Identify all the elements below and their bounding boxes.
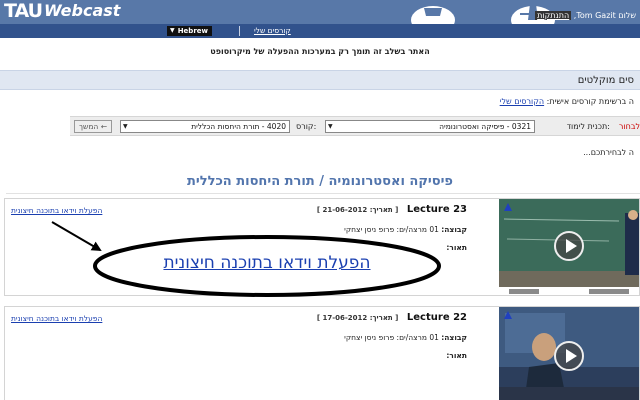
- header-decoration-icon: [411, 6, 455, 24]
- section-title: סים מוקלטים: [577, 75, 634, 86]
- top-nav: ▼ Hebrew קורסים שלי: [0, 24, 640, 38]
- personal-list-text: ה ברשימת קורסים אישית:: [546, 97, 634, 106]
- choose-label: לבחור: [618, 122, 640, 131]
- site-header: TAU Webcast שלום Tom Gazit, התנתקות: [0, 0, 640, 24]
- language-select[interactable]: ▼ Hebrew: [167, 26, 212, 36]
- external-player-link[interactable]: הפעלת וידאו בתוכנה חיצונית: [11, 206, 102, 215]
- my-courses-link[interactable]: קורסים שלי: [254, 26, 291, 35]
- tau-webcast-logo[interactable]: TAU Webcast: [4, 1, 120, 23]
- lecture-header: [ תאריך: 17-06-2012 ] Lecture 22: [317, 312, 467, 323]
- lecture-row: [ תאריך: 21-06-2012 ] Lecture 23 קבוצה: …: [4, 198, 640, 296]
- course-select[interactable]: ▼ 4020 - תורת היחסות הכללית: [120, 120, 290, 133]
- course-value: 4020 - תורת היחסות הכללית: [191, 122, 286, 131]
- logout-link[interactable]: התנתקות: [535, 11, 572, 20]
- external-player-link[interactable]: הפעלת וידאו בתוכנה חיצונית: [11, 314, 102, 323]
- lecture-description-label: תאור:: [446, 243, 467, 252]
- personal-list-row: ה ברשימת קורסים אישית: הקורסים שלי: [500, 97, 634, 106]
- course-label: קורס:: [296, 122, 317, 131]
- choose-note: ה לבחירתכם...: [583, 148, 634, 157]
- program-select[interactable]: ▼ 0321 - פיסיקה ואסטרונומיה: [325, 120, 535, 133]
- lecture-row: [ תאריך: 17-06-2012 ] Lecture 22 קבוצה: …: [4, 306, 640, 400]
- lecture-date: [ תאריך: 21-06-2012 ]: [316, 206, 399, 214]
- chevron-down-icon: ▼: [170, 27, 175, 34]
- lecture-date: [ תאריך: 17-06-2012 ]: [316, 314, 399, 322]
- continue-button[interactable]: המשך ←: [74, 120, 112, 133]
- lecture-group: קבוצה: 01 מרצה/ים: פרופ ניסן יצחקי: [344, 333, 467, 342]
- chevron-down-icon: ▼: [328, 123, 333, 130]
- group-label: קבוצה:: [441, 225, 467, 234]
- video-thumbnail[interactable]: [499, 199, 639, 295]
- microsoft-only-notice: האתר בשלב זה תומך רק במערכות ההפעלה של מ…: [210, 47, 430, 56]
- lecture-description-label: תאור:: [446, 351, 467, 360]
- lecture-header: [ תאריך: 21-06-2012 ] Lecture 23: [317, 204, 467, 215]
- my-courses-inline-link[interactable]: הקורסים שלי: [500, 97, 544, 106]
- section-header: סים מוקלטים: [0, 70, 640, 90]
- video-thumbnail[interactable]: [499, 307, 639, 400]
- program-value: 0321 - פיסיקה ואסטרונומיה: [439, 122, 531, 131]
- greeting-text: שלום Tom Gazit,: [573, 11, 636, 20]
- play-icon[interactable]: [554, 231, 584, 261]
- logo-main: TAU: [4, 0, 43, 22]
- chevron-down-icon: ▼: [123, 123, 128, 130]
- language-label: Hebrew: [177, 27, 208, 35]
- enlarged-external-player-link[interactable]: הפעלת וידאו בתוכנה חיצונית: [96, 253, 438, 273]
- user-greeting: שלום Tom Gazit, התנתקות: [535, 11, 636, 20]
- group-label: קבוצה:: [441, 333, 467, 342]
- nav-divider: [239, 26, 240, 36]
- lecture-title[interactable]: Lecture 23: [407, 204, 467, 215]
- course-heading: פיסיקה ואסטרונומיה / תורת היחסות הכללית: [187, 174, 453, 189]
- lecture-title[interactable]: Lecture 22: [407, 312, 467, 323]
- group-value: 01 מרצה/ים: פרופ ניסן יצחקי: [344, 333, 439, 342]
- course-filter-bar: לבחור תכנית לימוד: ▼ 0321 - פיסיקה ואסטר…: [70, 116, 640, 136]
- play-icon[interactable]: [554, 341, 584, 371]
- logo-sub: Webcast: [44, 1, 121, 20]
- lecture-group: קבוצה: 01 מרצה/ים: פרופ ניסן יצחקי: [344, 225, 467, 234]
- divider: [6, 193, 640, 194]
- program-label: תכנית לימוד:: [566, 122, 610, 131]
- group-value: 01 מרצה/ים: פרופ ניסן יצחקי: [344, 225, 439, 234]
